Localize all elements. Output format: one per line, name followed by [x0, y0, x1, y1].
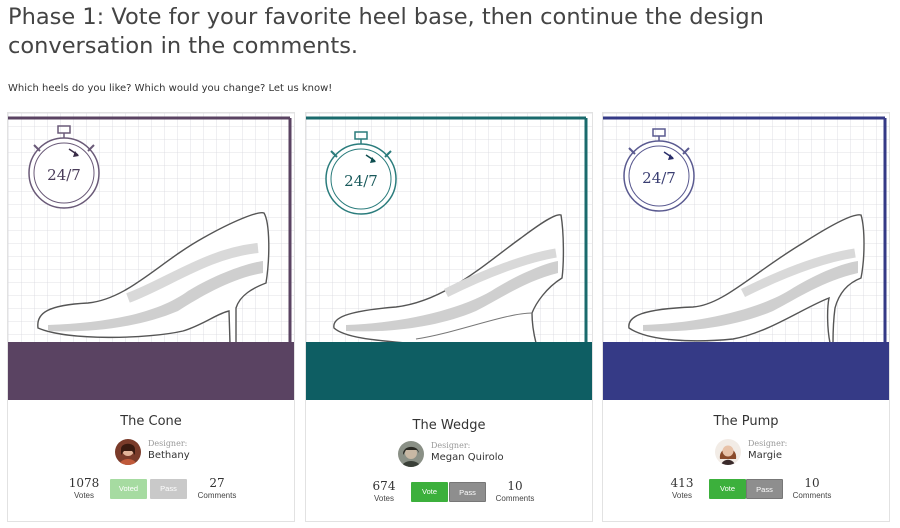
comments-link[interactable]: 27 Comments [192, 477, 242, 501]
design-name: The Pump [713, 414, 779, 429]
comments-link[interactable]: 10 Comments [490, 480, 540, 504]
svg-text:24/7: 24/7 [344, 172, 378, 190]
designer-name: Megan Quirolo [431, 452, 504, 463]
designer-name: Bethany [148, 450, 190, 461]
comments-link[interactable]: 10 Comments [787, 477, 837, 501]
voted-button[interactable]: Voted [110, 479, 147, 499]
pass-button[interactable]: Pass [150, 479, 187, 499]
designer-name: Margie [748, 450, 782, 461]
design-card-wedge: 24/7 The Wedge Designer: Megan Quirolo 6… [305, 112, 593, 522]
avatar [715, 439, 741, 465]
shoe-illustration-wedge[interactable]: 24/7 [306, 113, 592, 400]
shoe-illustration-cone[interactable]: 24/7 [8, 113, 294, 400]
votes-count: 674 Votes [372, 479, 396, 504]
pass-button[interactable]: Pass [449, 482, 486, 502]
design-card-cone: 24/7 The Cone Designer: Bethany 1078 Vot… [7, 112, 295, 522]
design-name: The Cone [120, 414, 182, 429]
avatar [115, 439, 141, 465]
svg-text:24/7: 24/7 [642, 169, 676, 187]
vote-button[interactable]: Vote [411, 482, 448, 502]
avatar [398, 441, 424, 467]
votes-count: 1078 Votes [68, 476, 100, 501]
page-title: Phase 1: Vote for your favorite heel bas… [8, 4, 764, 59]
design-card-pump: 24/7 The Pump Designer: Margie 413 Votes… [602, 112, 890, 522]
votes-count: 413 Votes [670, 476, 694, 501]
page-subtitle: Which heels do you like? Which would you… [8, 83, 333, 94]
pass-button[interactable]: Pass [746, 479, 783, 499]
svg-text:24/7: 24/7 [47, 166, 81, 184]
vote-button[interactable]: Vote [709, 479, 746, 499]
design-name: The Wedge [412, 418, 486, 433]
shoe-illustration-pump[interactable]: 24/7 [603, 113, 889, 400]
